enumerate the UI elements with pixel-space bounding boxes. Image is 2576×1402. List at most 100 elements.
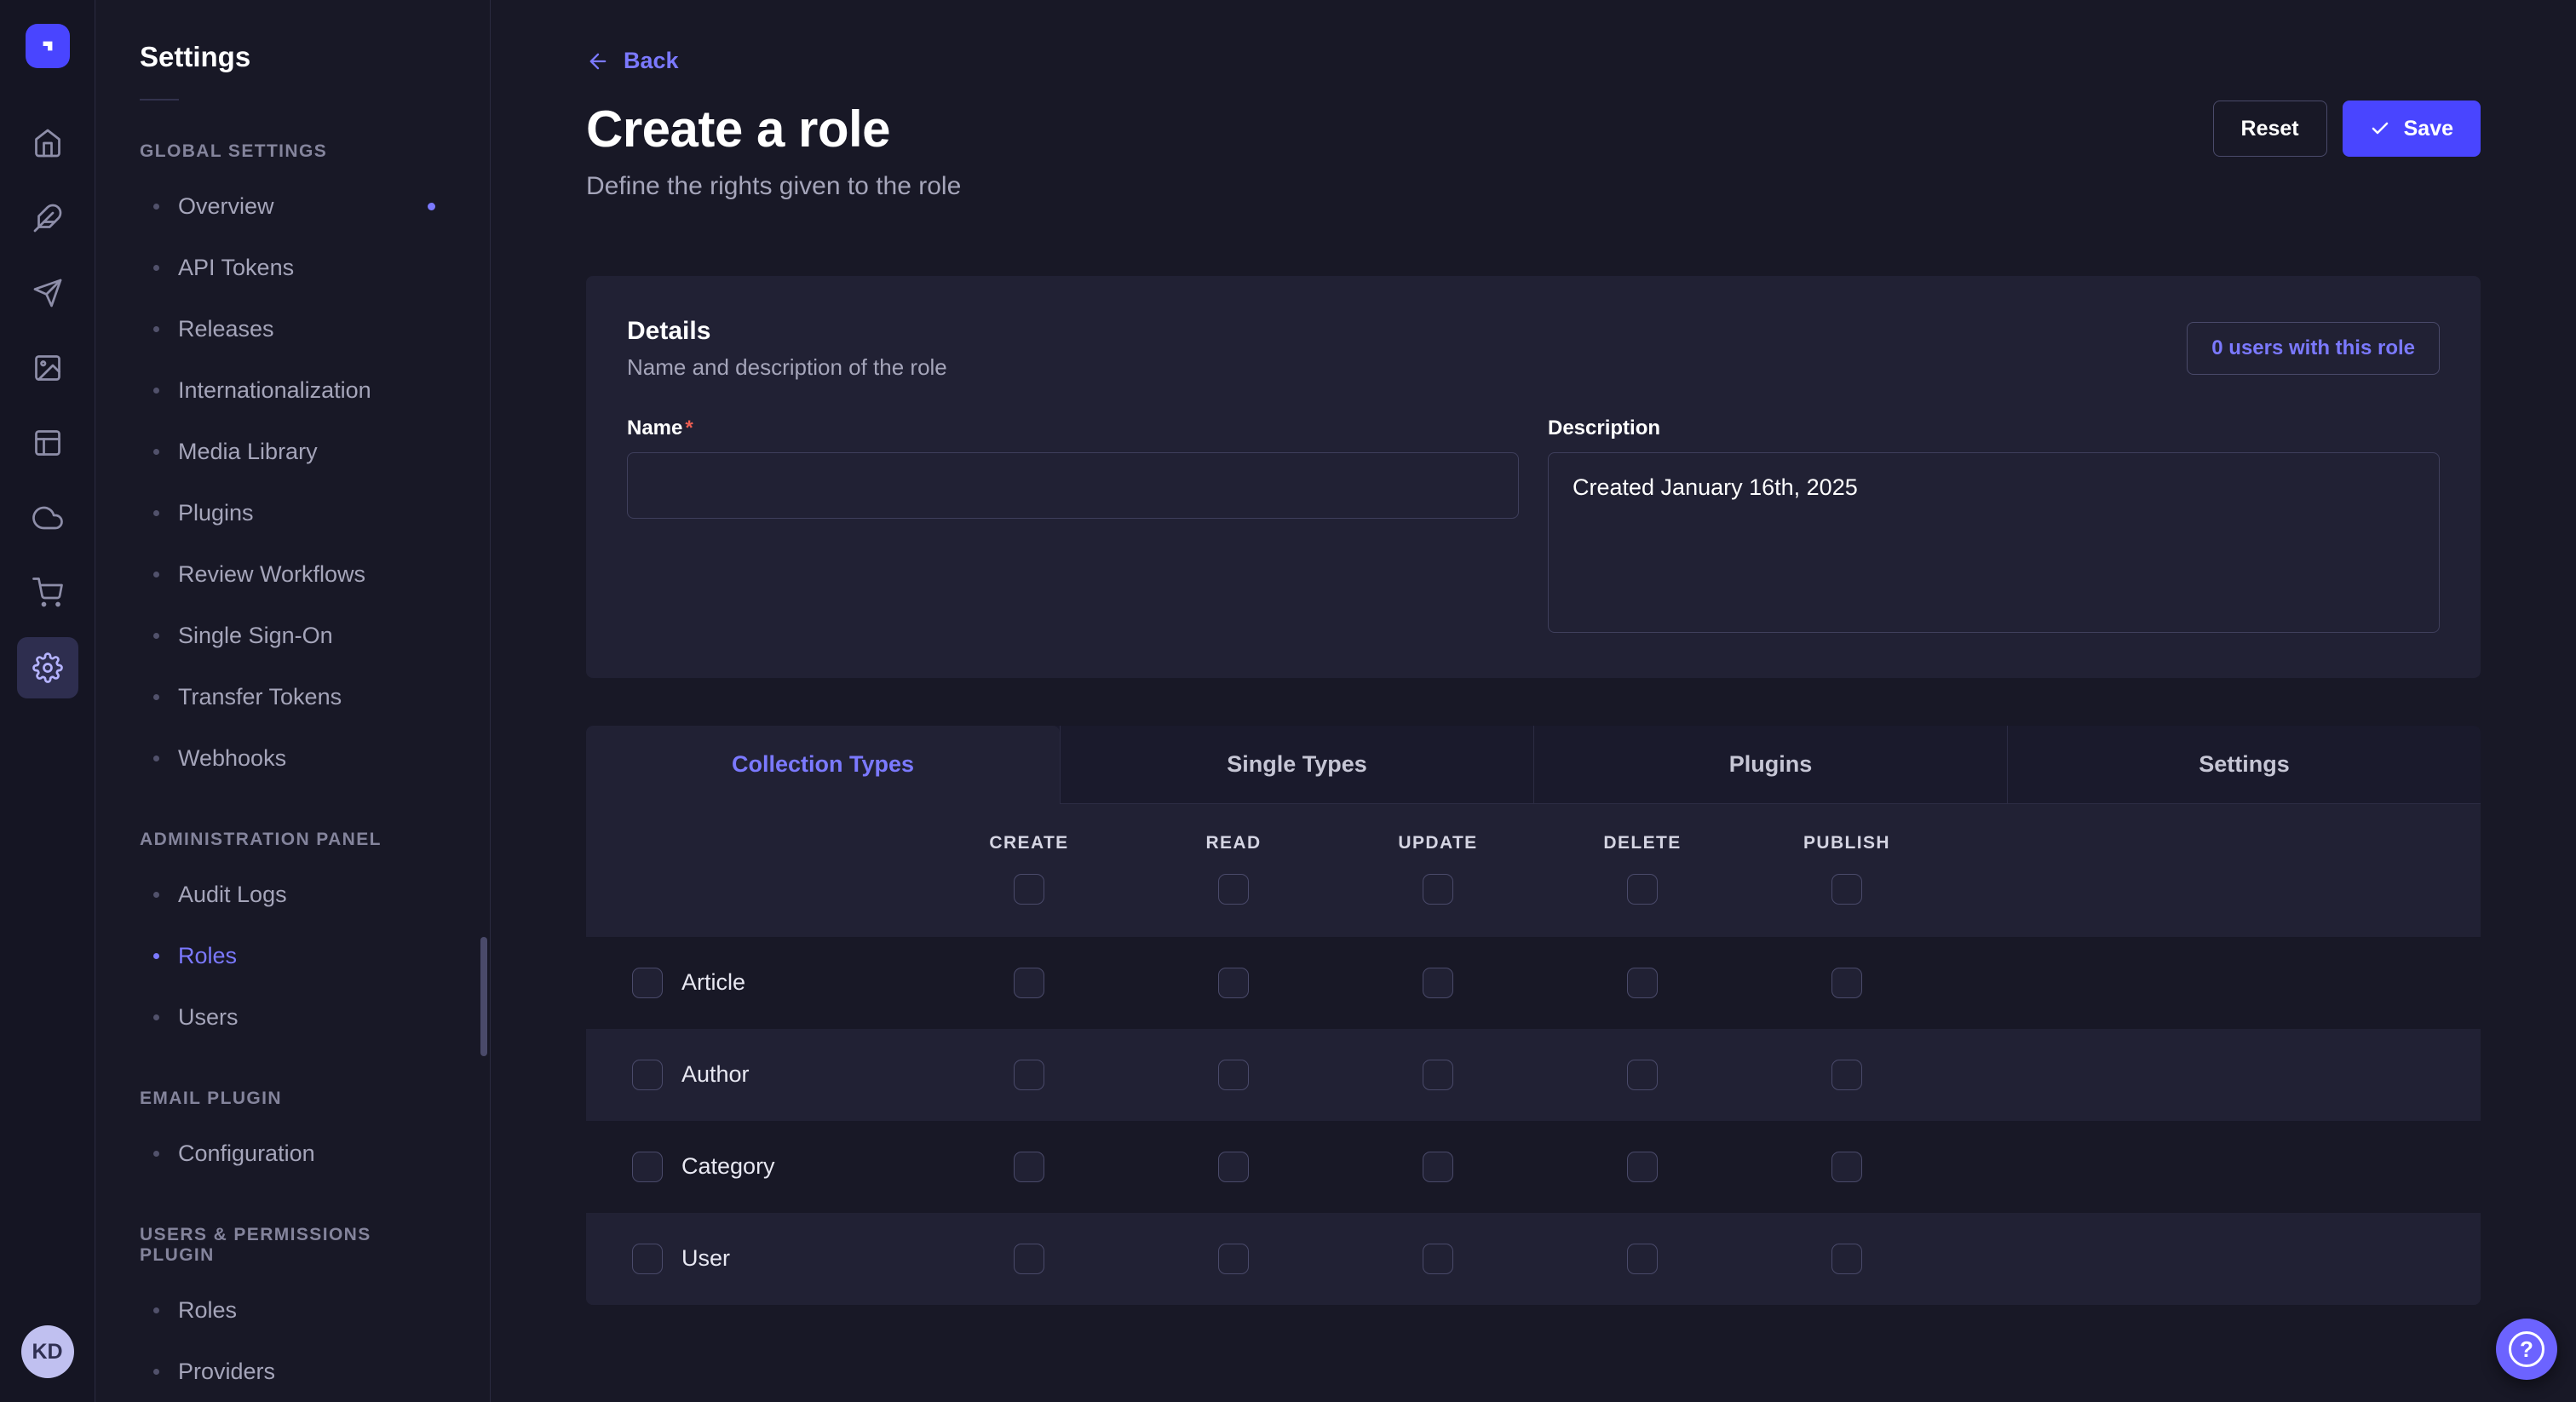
row-label: Category <box>681 1153 775 1180</box>
sidebar-item-label: Webhooks <box>178 745 286 772</box>
help-button[interactable]: ? <box>2496 1319 2557 1380</box>
page-title: Create a role <box>586 100 890 158</box>
sidebar-item-label: Users <box>178 1004 239 1031</box>
column-label: READ <box>1205 833 1261 853</box>
check-icon <box>2370 118 2390 139</box>
category-read-checkbox[interactable] <box>1218 1152 1249 1182</box>
user-create-checkbox[interactable] <box>1014 1244 1044 1274</box>
sidebar-item-audit-logs[interactable]: Audit Logs <box>95 864 490 925</box>
article-delete-checkbox[interactable] <box>1627 968 1658 998</box>
sidebar-item-plugins[interactable]: Plugins <box>95 482 490 543</box>
user-read-checkbox[interactable] <box>1218 1244 1249 1274</box>
settings-nav-button[interactable] <box>17 637 78 698</box>
name-input[interactable] <box>627 452 1519 519</box>
permission-cell <box>1131 1060 1336 1090</box>
marketplace-nav-button[interactable] <box>17 562 78 623</box>
author-update-checkbox[interactable] <box>1423 1060 1453 1090</box>
header-spacer <box>1949 833 2481 905</box>
row-label-cell: User <box>586 1244 927 1274</box>
author-row-checkbox[interactable] <box>632 1060 663 1090</box>
bullet-icon <box>153 953 159 959</box>
permissions-tabs: Collection TypesSingle TypesPluginsSetti… <box>586 726 2481 804</box>
author-create-checkbox[interactable] <box>1014 1060 1044 1090</box>
page-subtitle: Define the rights given to the role <box>586 172 2481 201</box>
sidebar-item-releases[interactable]: Releases <box>95 298 490 359</box>
subnav-scrollbar-thumb[interactable] <box>480 937 487 1056</box>
select-all-update-checkbox[interactable] <box>1423 874 1453 905</box>
sidebar-item-roles[interactable]: Roles <box>95 925 490 986</box>
sidebar-item-single-sign-on[interactable]: Single Sign-On <box>95 605 490 666</box>
article-update-checkbox[interactable] <box>1423 968 1453 998</box>
row-label-cell: Category <box>586 1152 927 1182</box>
sidebar-item-users[interactable]: Users <box>95 986 490 1048</box>
sidebar-item-transfer-tokens[interactable]: Transfer Tokens <box>95 666 490 727</box>
category-row-checkbox[interactable] <box>632 1152 663 1182</box>
sidebar-item-label: API Tokens <box>178 255 294 281</box>
article-create-checkbox[interactable] <box>1014 968 1044 998</box>
tab-settings[interactable]: Settings <box>2007 726 2481 804</box>
select-all-publish-checkbox[interactable] <box>1831 874 1862 905</box>
select-all-delete-checkbox[interactable] <box>1627 874 1658 905</box>
sidebar-item-label: Review Workflows <box>178 561 365 588</box>
user-publish-checkbox[interactable] <box>1831 1244 1862 1274</box>
save-button[interactable]: Save <box>2343 101 2481 157</box>
category-create-checkbox[interactable] <box>1014 1152 1044 1182</box>
sidebar-item-configuration[interactable]: Configuration <box>95 1123 490 1184</box>
back-link[interactable]: Back <box>586 48 679 74</box>
subnav-section-label: ADMINISTRATION PANEL <box>140 830 446 850</box>
select-all-create-checkbox[interactable] <box>1014 874 1044 905</box>
permission-cell <box>1540 1060 1745 1090</box>
sidebar-item-review-workflows[interactable]: Review Workflows <box>95 543 490 605</box>
users-with-role-button[interactable]: 0 users with this role <box>2187 322 2440 375</box>
content-type-builder-nav-button[interactable] <box>17 412 78 474</box>
layout-icon <box>32 428 63 458</box>
article-publish-checkbox[interactable] <box>1831 968 1862 998</box>
tab-collection-types[interactable]: Collection Types <box>586 726 1060 804</box>
user-update-checkbox[interactable] <box>1423 1244 1453 1274</box>
home-icon <box>32 128 63 158</box>
sidebar-item-webhooks[interactable]: Webhooks <box>95 727 490 789</box>
category-delete-checkbox[interactable] <box>1627 1152 1658 1182</box>
name-label: Name* <box>627 417 1519 440</box>
reset-button[interactable]: Reset <box>2213 101 2327 157</box>
bullet-icon <box>153 1307 159 1313</box>
sidebar-item-media-library[interactable]: Media Library <box>95 421 490 482</box>
article-row-checkbox[interactable] <box>632 968 663 998</box>
description-textarea[interactable]: Created January 16th, 2025 <box>1548 452 2440 633</box>
media-library-nav-button[interactable] <box>17 337 78 399</box>
bullet-icon <box>153 756 159 761</box>
sidebar-item-providers[interactable]: Providers <box>95 1341 490 1402</box>
category-update-checkbox[interactable] <box>1423 1152 1453 1182</box>
sidebar-item-label: Transfer Tokens <box>178 684 342 710</box>
sidebar-item-api-tokens[interactable]: API Tokens <box>95 237 490 298</box>
tab-plugins[interactable]: Plugins <box>1533 726 2007 804</box>
author-delete-checkbox[interactable] <box>1627 1060 1658 1090</box>
sidebar-item-overview[interactable]: Overview <box>95 175 490 237</box>
home-nav-button[interactable] <box>17 112 78 174</box>
tab-single-types[interactable]: Single Types <box>1060 726 1533 804</box>
sidebar-item-internationalization[interactable]: Internationalization <box>95 359 490 421</box>
permission-cell <box>1540 968 1745 998</box>
deploy-nav-button[interactable] <box>17 487 78 549</box>
author-publish-checkbox[interactable] <box>1831 1060 1862 1090</box>
user-row-checkbox[interactable] <box>632 1244 663 1274</box>
main-nav-rail: KD <box>0 0 95 1402</box>
content-manager-nav-button[interactable] <box>17 187 78 249</box>
select-all-read-checkbox[interactable] <box>1218 874 1249 905</box>
sidebar-item-label: Configuration <box>178 1141 315 1167</box>
column-head-delete: DELETE <box>1540 833 1745 905</box>
row-label: Article <box>681 969 745 996</box>
sidebar-item-roles[interactable]: Roles <box>95 1279 490 1341</box>
category-publish-checkbox[interactable] <box>1831 1152 1862 1182</box>
avatar[interactable]: KD <box>21 1325 74 1378</box>
author-read-checkbox[interactable] <box>1218 1060 1249 1090</box>
bullet-icon <box>153 1369 159 1375</box>
releases-nav-button[interactable] <box>17 262 78 324</box>
permission-cell <box>1336 1060 1540 1090</box>
arrow-left-icon <box>586 49 610 73</box>
user-delete-checkbox[interactable] <box>1627 1244 1658 1274</box>
column-head-update: UPDATE <box>1336 833 1540 905</box>
article-read-checkbox[interactable] <box>1218 968 1249 998</box>
help-icon: ? <box>2509 1331 2544 1367</box>
strapi-logo[interactable] <box>26 24 70 68</box>
